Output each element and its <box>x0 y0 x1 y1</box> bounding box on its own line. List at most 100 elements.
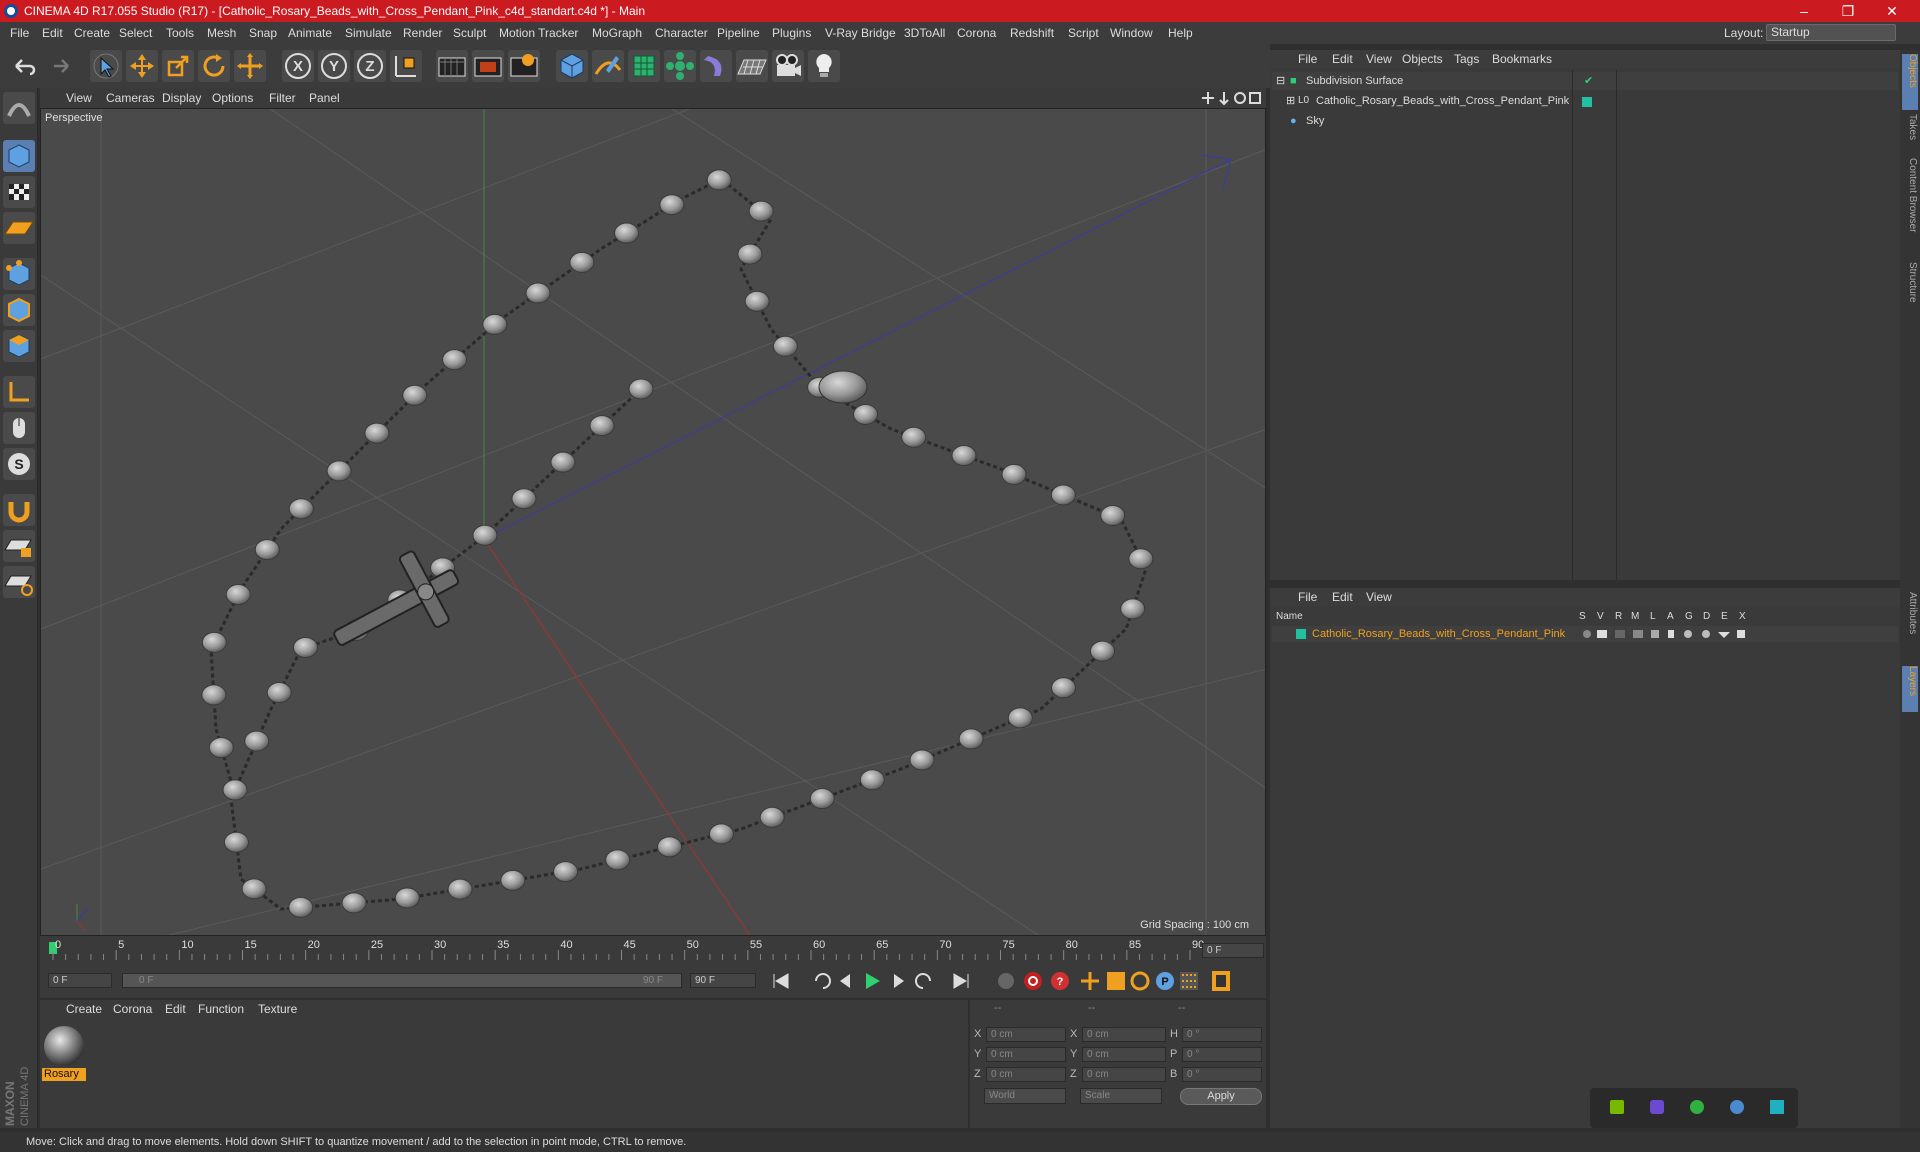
menu-simulate[interactable]: Simulate <box>345 22 392 44</box>
menu-redshift[interactable]: Redshift <box>1010 22 1054 44</box>
tab-content-browser[interactable]: Content Browser <box>1902 158 1918 258</box>
minimize-button[interactable]: – <box>1782 0 1826 22</box>
prev-frame-icon[interactable] <box>840 974 850 988</box>
keyframe-selection-icon[interactable]: ? <box>1051 972 1069 990</box>
model-mode-icon[interactable] <box>3 92 35 124</box>
key-rotation-icon[interactable] <box>1130 971 1150 991</box>
menu-window[interactable]: Window <box>1110 22 1153 44</box>
scale-icon[interactable] <box>162 50 194 82</box>
coord-size-x-field[interactable]: 0 cm <box>1082 1027 1166 1042</box>
nvidia-icon[interactable] <box>1610 1100 1624 1114</box>
key-parameter-icon[interactable]: P <box>1156 972 1174 990</box>
workplane-icon[interactable] <box>3 212 35 244</box>
object-row-rosary[interactable]: ⊞ L0 Catholic_Rosary_Beads_with_Cross_Pe… <box>1272 92 1898 110</box>
menu-plugins[interactable]: Plugins <box>772 22 811 44</box>
objmgr-menu-file[interactable]: File <box>1298 50 1317 68</box>
menu-mograph[interactable]: MoGraph <box>592 22 642 44</box>
floor-icon[interactable] <box>736 50 768 82</box>
menu-script[interactable]: Script <box>1068 22 1099 44</box>
menu-tools[interactable]: Tools <box>166 22 194 44</box>
coord-rot-b-field[interactable]: 0 ° <box>1182 1067 1262 1082</box>
layer-color-swatch[interactable] <box>1296 629 1306 639</box>
objmgr-menu-view[interactable]: View <box>1366 50 1392 68</box>
expand-icon[interactable]: ⊞ <box>1286 92 1295 110</box>
viewport-menu-view[interactable]: View <box>66 88 92 108</box>
goto-end-icon[interactable] <box>953 973 969 989</box>
key-position-icon[interactable] <box>1081 972 1099 990</box>
cube-icon[interactable] <box>556 50 588 82</box>
app-icon[interactable] <box>1650 1100 1664 1114</box>
tab-takes[interactable]: Takes <box>1902 114 1918 154</box>
viewport-nav-icons[interactable] <box>1200 90 1264 106</box>
cloner-icon[interactable] <box>664 50 696 82</box>
coord-rot-p-field[interactable]: 0 ° <box>1182 1047 1262 1062</box>
auto-key-icon[interactable] <box>1024 972 1042 990</box>
menu-animate[interactable]: Animate <box>288 22 332 44</box>
live-selection-icon[interactable] <box>90 50 122 82</box>
coord-size-z-field[interactable]: 0 cm <box>1082 1067 1166 1082</box>
polygons-mode-icon[interactable] <box>3 330 35 362</box>
material-menu-edit[interactable]: Edit <box>165 1000 186 1018</box>
edit-render-settings-icon[interactable] <box>508 50 540 82</box>
tweak-mode-icon[interactable] <box>3 412 35 444</box>
grid-snap-icon[interactable] <box>3 566 35 598</box>
deformer-icon[interactable] <box>700 50 732 82</box>
subdivision-icon[interactable] <box>628 50 660 82</box>
pen-icon[interactable] <box>592 50 624 82</box>
next-key-icon[interactable] <box>915 973 931 989</box>
menu-help[interactable]: Help <box>1168 22 1193 44</box>
tab-objects[interactable]: Objects <box>1902 54 1918 110</box>
security-icon[interactable] <box>1690 1100 1704 1114</box>
menu-3dtoall[interactable]: 3DToAll <box>904 22 945 44</box>
next-frame-icon[interactable] <box>894 974 904 988</box>
coordinate-system-icon[interactable] <box>390 50 422 82</box>
material-menu-create[interactable]: Create <box>66 1000 102 1018</box>
layout-select[interactable]: Startup <box>1766 24 1896 41</box>
menu-create[interactable]: Create <box>74 22 110 44</box>
objmgr-menu-objects[interactable]: Objects <box>1402 50 1443 68</box>
x-axis-lock-icon[interactable]: X <box>282 50 314 82</box>
undo-icon[interactable] <box>8 50 40 82</box>
move-icon[interactable] <box>126 50 158 82</box>
points-mode-icon[interactable] <box>3 258 35 290</box>
timeline-window-icon[interactable] <box>1212 971 1230 991</box>
magnet-icon[interactable] <box>3 494 35 526</box>
z-axis-lock-icon[interactable]: Z <box>354 50 386 82</box>
workplane-lock-icon[interactable] <box>3 530 35 562</box>
edges-mode-icon[interactable] <box>3 294 35 326</box>
objmgr-menu-tags[interactable]: Tags <box>1454 50 1479 68</box>
layer-color-tag[interactable] <box>1582 97 1592 107</box>
menu-file[interactable]: File <box>10 22 29 44</box>
steam-icon[interactable] <box>1730 1100 1744 1114</box>
tab-attributes[interactable]: Attributes <box>1902 592 1918 662</box>
menu-sculpt[interactable]: Sculpt <box>453 22 486 44</box>
viewport-menu-cameras[interactable]: Cameras <box>106 88 155 108</box>
menu-mesh[interactable]: Mesh <box>207 22 236 44</box>
tab-structure[interactable]: Structure <box>1902 262 1918 322</box>
add-icon[interactable] <box>234 50 266 82</box>
snap-icon[interactable]: S <box>3 448 35 480</box>
viewport-menu-panel[interactable]: Panel <box>309 88 340 108</box>
layer-toggle-icons[interactable] <box>1582 627 1762 641</box>
apply-button[interactable]: Apply <box>1180 1088 1262 1105</box>
end-frame-field[interactable]: 90 F <box>690 973 756 988</box>
coord-mode-world-select[interactable]: World <box>984 1088 1066 1104</box>
render-view-icon[interactable] <box>436 50 468 82</box>
current-frame-field[interactable]: 0 F <box>1202 943 1264 958</box>
menu-vray-bridge[interactable]: V-Ray Bridge <box>825 22 896 44</box>
camera-icon[interactable] <box>772 50 804 82</box>
rotate-icon[interactable] <box>198 50 230 82</box>
material-swatch[interactable]: Rosary <box>42 1024 86 1081</box>
layer-row[interactable]: Catholic_Rosary_Beads_with_Cross_Pendant… <box>1272 626 1898 642</box>
light-icon[interactable] <box>808 50 840 82</box>
menu-edit[interactable]: Edit <box>42 22 63 44</box>
expand-icon[interactable]: ⊟ <box>1276 72 1285 90</box>
coord-mode-scale-select[interactable]: Scale <box>1080 1088 1162 1104</box>
material-menu-function[interactable]: Function <box>198 1000 244 1018</box>
start-frame-field[interactable]: 0 F <box>48 973 112 988</box>
objmgr-menu-edit[interactable]: Edit <box>1332 50 1353 68</box>
prev-key-icon[interactable] <box>815 973 831 989</box>
menu-render[interactable]: Render <box>403 22 442 44</box>
redo-icon[interactable] <box>44 50 76 82</box>
viewport-menu-options[interactable]: Options <box>212 88 253 108</box>
